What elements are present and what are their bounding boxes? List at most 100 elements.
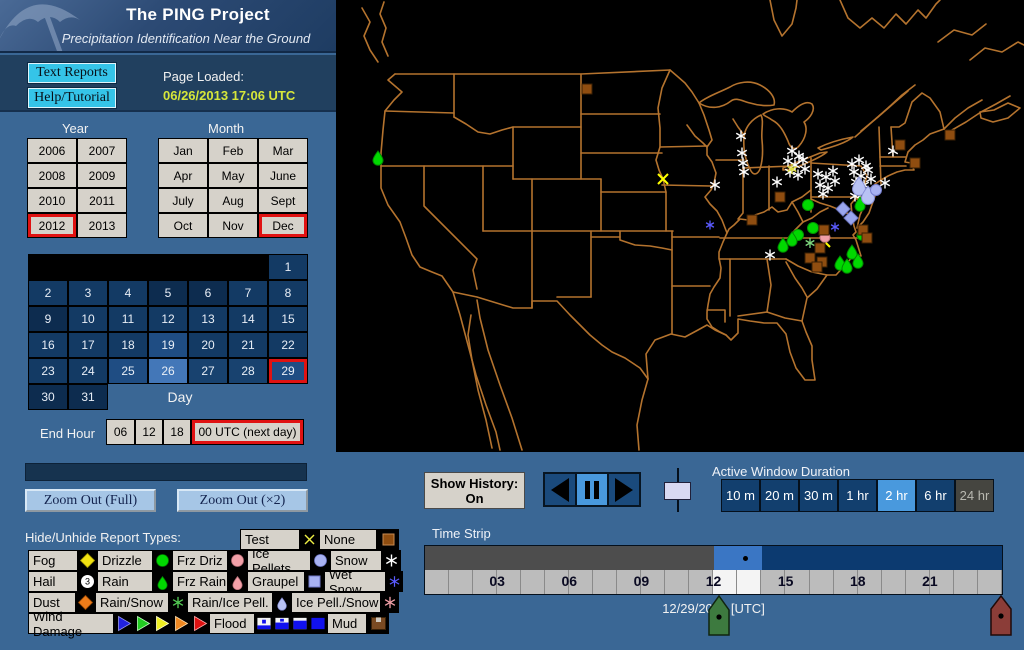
tri-green-icon[interactable]: [133, 613, 152, 634]
duration-20-m[interactable]: 20 m: [760, 479, 799, 512]
end-hour-06[interactable]: 06: [106, 419, 135, 445]
map-marker-none[interactable]: [774, 191, 786, 203]
step-back-button[interactable]: [545, 474, 575, 505]
duration-2-hr[interactable]: 2 hr: [877, 479, 916, 512]
day-cell-2[interactable]: 2: [28, 280, 68, 306]
latest-data-marker[interactable]: [990, 595, 1012, 636]
month-cell-feb[interactable]: Feb: [208, 138, 258, 163]
hour-cell-7[interactable]: [593, 570, 618, 594]
tri-yellow-icon[interactable]: [152, 613, 171, 634]
day-cell-15[interactable]: 15: [268, 306, 308, 332]
map-marker-drizzle[interactable]: [807, 222, 819, 234]
circle-green-icon[interactable]: [153, 550, 172, 571]
day-cell-27[interactable]: 27: [188, 358, 228, 384]
day-cell-26[interactable]: 26: [148, 358, 188, 384]
day-cell-6[interactable]: 6: [188, 280, 228, 306]
end-hour-00-utc-next-day-[interactable]: 00 UTC (next day): [191, 419, 304, 445]
day-cell-25[interactable]: 25: [108, 358, 148, 384]
map-marker-none[interactable]: [581, 83, 593, 95]
day-cell-19[interactable]: 19: [148, 332, 188, 358]
day-cell-23[interactable]: 23: [28, 358, 68, 384]
year-cell-2010[interactable]: 2010: [27, 188, 77, 213]
legend-type-graupel[interactable]: Graupel: [247, 571, 305, 592]
month-cell-dec[interactable]: Dec: [258, 213, 308, 238]
map-marker-snow[interactable]: [829, 175, 841, 187]
day-cell-13[interactable]: 13: [188, 306, 228, 332]
time-strip[interactable]: 03 06 09 12 15 18 21: [424, 545, 1003, 595]
hour-cell-0[interactable]: [425, 570, 450, 594]
map-marker-none[interactable]: [909, 157, 921, 169]
year-cell-2013[interactable]: 2013: [77, 213, 127, 238]
square-lav-icon[interactable]: [305, 571, 324, 592]
map-marker-ice-pellets[interactable]: [870, 184, 882, 196]
diamond-yellow-icon[interactable]: [78, 550, 97, 571]
circle-pink-icon[interactable]: [228, 550, 247, 571]
future-segment[interactable]: [761, 546, 1002, 570]
month-cell-aug[interactable]: Aug: [208, 188, 258, 213]
month-cell-july[interactable]: July: [158, 188, 208, 213]
day-cell-28[interactable]: 28: [228, 358, 268, 384]
help-tutorial-button[interactable]: Help/Tutorial: [27, 87, 117, 109]
hour-cell-19[interactable]: [881, 570, 906, 594]
history-segment[interactable]: [425, 546, 714, 570]
year-cell-2009[interactable]: 2009: [77, 163, 127, 188]
flood4-icon[interactable]: [309, 613, 327, 634]
circle-lav-icon[interactable]: [311, 550, 330, 571]
droplet-green-icon[interactable]: [153, 571, 172, 592]
hour-cell-22[interactable]: [953, 570, 978, 594]
legend-type-ice-pell-snow[interactable]: Ice Pell./Snow: [291, 592, 381, 613]
day-cell-9[interactable]: 9: [28, 306, 68, 332]
us-precipitation-map[interactable]: [340, 0, 1024, 452]
day-cell-11[interactable]: 11: [108, 306, 148, 332]
map-marker-rain-snow[interactable]: [805, 238, 815, 248]
legend-type-mud[interactable]: Mud: [327, 613, 367, 634]
map-marker-none[interactable]: [746, 214, 758, 226]
duration-1-hr[interactable]: 1 hr: [838, 479, 877, 512]
map-marker-wet-snow[interactable]: [705, 220, 715, 230]
day-cell-17[interactable]: 17: [68, 332, 108, 358]
day-cell-1[interactable]: 1: [268, 254, 308, 280]
month-cell-may[interactable]: May: [208, 163, 258, 188]
day-cell-10[interactable]: 10: [68, 306, 108, 332]
legend-type-rain[interactable]: Rain: [97, 571, 153, 592]
legend-type-flood[interactable]: Flood: [209, 613, 255, 634]
mud-icon[interactable]: [367, 613, 389, 634]
pause-button[interactable]: [575, 474, 609, 505]
hour-cell-10[interactable]: [665, 570, 690, 594]
map-marker-wet-snow[interactable]: [830, 222, 840, 232]
active-window-segment[interactable]: [713, 546, 762, 570]
show-history-toggle[interactable]: Show History: On: [424, 472, 525, 509]
year-cell-2006[interactable]: 2006: [27, 138, 77, 163]
year-cell-2008[interactable]: 2008: [27, 163, 77, 188]
map-marker-snow[interactable]: [846, 158, 858, 170]
map-marker-rain[interactable]: [777, 237, 789, 253]
hour-cell-4[interactable]: [521, 570, 546, 594]
tri-blue-icon[interactable]: [114, 613, 133, 634]
hour-cell-1[interactable]: [449, 570, 474, 594]
zoom-out-full-button[interactable]: Zoom Out (Full): [25, 489, 156, 512]
map-marker-snow[interactable]: [812, 168, 824, 180]
ast-green-icon[interactable]: [169, 592, 187, 613]
month-cell-june[interactable]: June: [258, 163, 308, 188]
month-cell-oct[interactable]: Oct: [158, 213, 208, 238]
day-cell-22[interactable]: 22: [268, 332, 308, 358]
tri-red-icon[interactable]: [190, 613, 209, 634]
square-brown-icon[interactable]: [377, 529, 399, 550]
legend-type-fog[interactable]: Fog: [28, 550, 78, 571]
hour-cell-13[interactable]: [737, 570, 762, 594]
day-cell-12[interactable]: 12: [148, 306, 188, 332]
map-marker-none[interactable]: [811, 261, 823, 273]
legend-type-wind-damage[interactable]: Wind Damage: [28, 609, 114, 639]
month-cell-nov[interactable]: Nov: [208, 213, 258, 238]
end-hour-18[interactable]: 18: [163, 419, 191, 445]
day-cell-30[interactable]: 30: [28, 384, 68, 410]
text-reports-button[interactable]: Text Reports: [27, 62, 117, 84]
hour-cell-16[interactable]: [809, 570, 834, 594]
year-cell-2007[interactable]: 2007: [77, 138, 127, 163]
legend-type-hail[interactable]: Hail: [28, 571, 78, 592]
map-marker-snow[interactable]: [786, 145, 798, 157]
day-cell-5[interactable]: 5: [148, 280, 188, 306]
map-marker-none[interactable]: [894, 139, 906, 151]
map-marker-drizzle[interactable]: [802, 199, 814, 211]
year-cell-2012[interactable]: 2012: [27, 213, 77, 238]
